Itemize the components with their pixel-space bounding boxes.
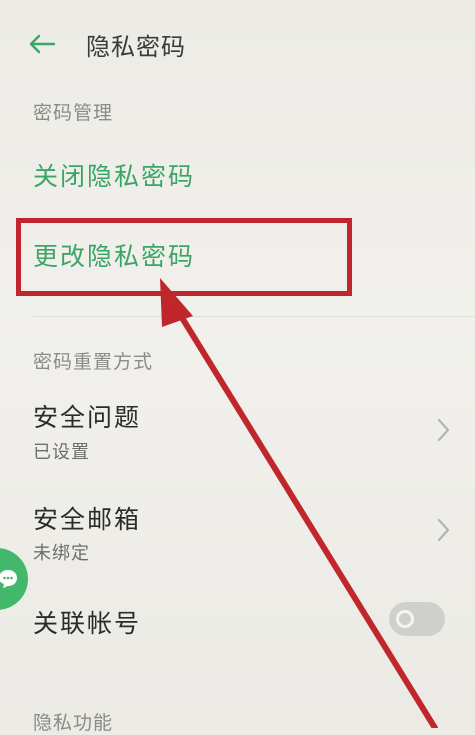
section-header-privacy-features: 隐私功能 bbox=[33, 712, 114, 734]
security-question-status: 已设置 bbox=[33, 442, 90, 463]
section-header-reset-method: 密码重置方式 bbox=[33, 351, 154, 373]
back-button[interactable] bbox=[24, 26, 60, 62]
chevron-right-icon bbox=[437, 418, 450, 442]
security-question-title: 安全问题 bbox=[33, 403, 142, 432]
linked-account-title: 关联帐号 bbox=[33, 609, 142, 638]
floating-assistant-button[interactable] bbox=[0, 548, 28, 610]
turn-off-privacy-password-item[interactable]: 关闭隐私密码 bbox=[33, 157, 195, 193]
arrow-left-icon bbox=[29, 34, 56, 54]
security-email-title: 安全邮箱 bbox=[33, 505, 142, 534]
chevron-right-icon bbox=[437, 518, 450, 542]
security-email-status: 未绑定 bbox=[33, 543, 90, 564]
change-privacy-password-item[interactable]: 更改隐私密码 bbox=[33, 237, 195, 273]
app-header: 隐私密码 bbox=[0, 0, 475, 84]
chat-bubble-icon bbox=[0, 570, 17, 588]
section-divider bbox=[33, 316, 475, 317]
toggle-knob bbox=[396, 610, 414, 628]
linked-account-toggle[interactable] bbox=[389, 602, 445, 636]
section-header-password-management: 密码管理 bbox=[33, 102, 114, 124]
page-title: 隐私密码 bbox=[86, 33, 186, 61]
